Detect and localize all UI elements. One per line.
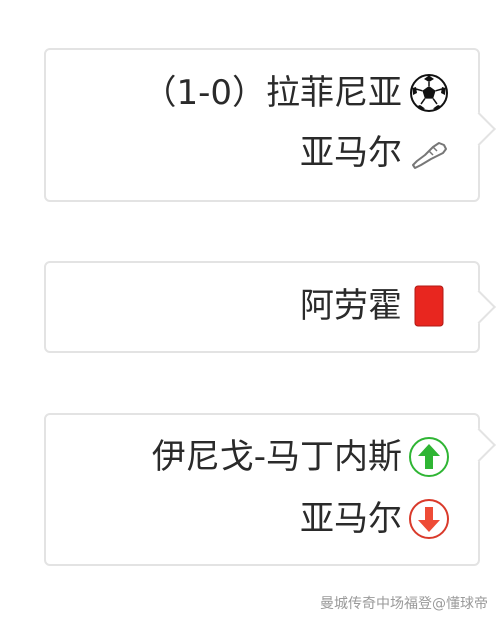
sub-in-row: 伊尼戈-马丁内斯 xyxy=(152,436,450,478)
sub-in-player-text: 伊尼戈-马丁内斯 xyxy=(151,437,402,477)
red-card-icon xyxy=(408,285,450,327)
assist-row: 亚马尔 xyxy=(300,132,450,174)
red-card-row: 阿劳霍 xyxy=(300,285,450,327)
watermark: 曼城传奇中场福登@懂球帝 xyxy=(320,596,488,612)
sub-in-arrow-icon xyxy=(408,436,450,478)
goal-scorer-text: （1-0）拉菲尼亚 xyxy=(142,73,402,113)
assist-player-text: 亚马尔 xyxy=(300,133,402,173)
goal-ball-icon xyxy=(408,72,450,114)
goal-scorer-row: （1-0）拉菲尼亚 xyxy=(142,72,450,114)
sub-out-row: 亚马尔 xyxy=(300,498,450,540)
sub-out-arrow-icon xyxy=(408,498,450,540)
red-card-player-text: 阿劳霍 xyxy=(300,286,402,326)
assist-boot-icon xyxy=(408,132,450,174)
sub-out-player-text: 亚马尔 xyxy=(300,499,402,539)
